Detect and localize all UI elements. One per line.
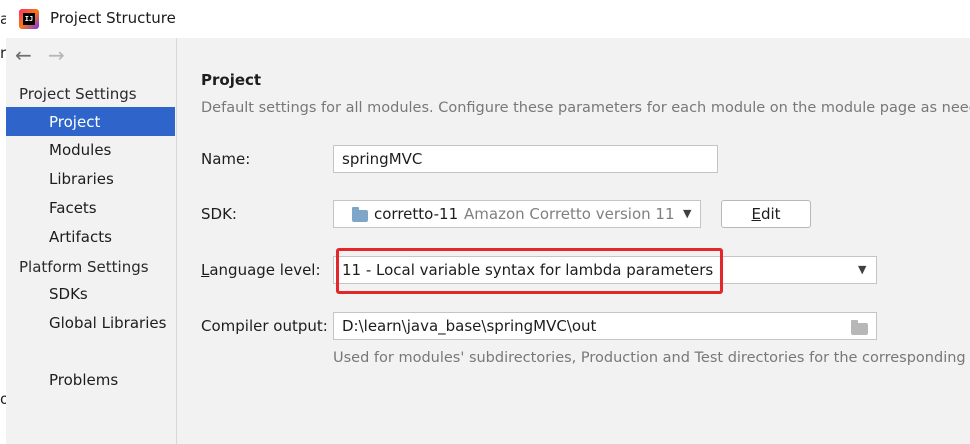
browse-folder-icon[interactable]: [851, 320, 868, 335]
sidebar-item-artifacts[interactable]: Artifacts: [49, 228, 112, 246]
sdk-name: corretto-11: [374, 205, 459, 223]
section-title: Project: [201, 71, 262, 89]
chevron-down-icon: ▼: [683, 207, 692, 220]
compiler-output-hint: Used for modules' subdirectories, Produc…: [333, 350, 970, 366]
intellij-app-icon: IJ: [19, 9, 39, 29]
project-settings-heading: Project Settings: [19, 85, 137, 103]
platform-settings-heading: Platform Settings: [19, 258, 149, 276]
red-annotation-box: [336, 248, 723, 294]
title-bar: IJ Project Structure: [6, 0, 970, 38]
sidebar-item-libraries[interactable]: Libraries: [49, 170, 114, 188]
sdk-detail: Amazon Corretto version 11.: [464, 205, 674, 223]
sidebar-item-project[interactable]: Project: [49, 113, 100, 131]
chevron-down-icon: ▼: [858, 263, 867, 276]
section-description: Default settings for all modules. Config…: [201, 100, 970, 116]
sidebar-item-problems[interactable]: Problems: [49, 371, 118, 389]
sidebar-item-facets[interactable]: Facets: [49, 199, 97, 217]
main-panel: [177, 38, 970, 444]
sdk-folder-icon: [352, 207, 368, 222]
sidebar-item-global-libraries[interactable]: Global Libraries: [49, 314, 166, 332]
compiler-output-value: D:\learn\java_base\springMVC\out: [342, 317, 597, 335]
name-label: Name:: [201, 150, 251, 168]
compiler-output-input[interactable]: D:\learn\java_base\springMVC\out: [333, 312, 877, 340]
sidebar-item-sdks[interactable]: SDKs: [49, 285, 88, 303]
forward-arrow-icon[interactable]: →: [48, 43, 65, 67]
sdk-dropdown[interactable]: corretto-11 Amazon Corretto version 11. …: [333, 200, 701, 228]
language-level-label: Language level:: [201, 261, 321, 279]
edit-sdk-button[interactable]: Edit: [721, 200, 811, 228]
compiler-output-label: Compiler output:: [201, 317, 328, 335]
sdk-label: SDK:: [201, 205, 237, 223]
back-arrow-icon[interactable]: ←: [15, 43, 32, 67]
sidebar-item-modules[interactable]: Modules: [49, 141, 111, 159]
name-input[interactable]: springMVC: [333, 145, 718, 173]
window-title: Project Structure: [50, 9, 176, 27]
